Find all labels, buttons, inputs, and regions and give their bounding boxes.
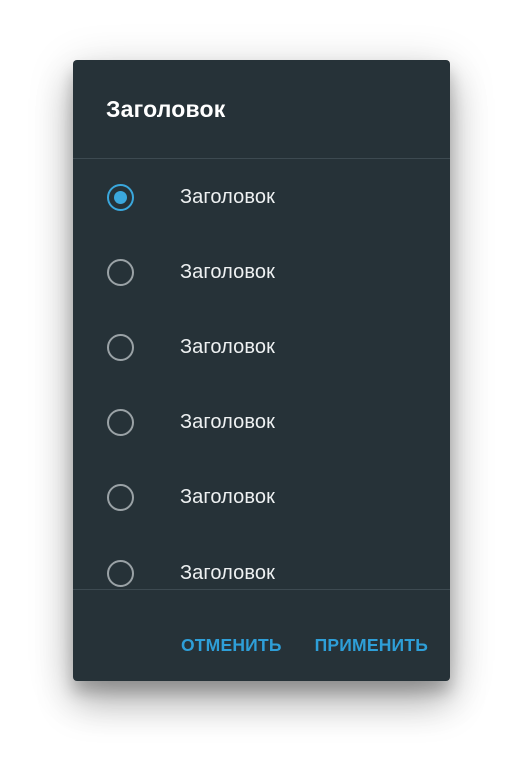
option-label: Заголовок <box>180 261 275 283</box>
footer-divider <box>73 589 450 590</box>
radio-button-icon[interactable] <box>107 184 134 211</box>
radio-button-icon[interactable] <box>107 560 134 587</box>
option-label: Заголовок <box>180 411 275 433</box>
option-label: Заголовок <box>180 562 275 584</box>
option-label: Заголовок <box>180 336 275 358</box>
radio-option-5[interactable]: Заголовок <box>73 459 450 534</box>
radio-option-1[interactable]: Заголовок <box>73 159 450 234</box>
dialog-actions: ОТМЕНИТЬ ПРИМЕНИТЬ <box>181 633 428 657</box>
radio-button-icon[interactable] <box>107 259 134 286</box>
cancel-button[interactable]: ОТМЕНИТЬ <box>181 633 282 657</box>
radio-option-2[interactable]: Заголовок <box>73 234 450 309</box>
option-label: Заголовок <box>180 486 275 508</box>
radio-button-icon[interactable] <box>107 334 134 361</box>
apply-button[interactable]: ПРИМЕНИТЬ <box>315 633 428 657</box>
radio-option-6[interactable]: Заголовок <box>73 535 450 589</box>
radio-button-icon[interactable] <box>107 409 134 436</box>
options-list[interactable]: Заголовок Заголовок Заголовок Заголовок … <box>73 159 450 589</box>
radio-selection-dialog: Заголовок Заголовок Заголовок Заголовок … <box>73 60 450 681</box>
option-label: Заголовок <box>180 186 275 208</box>
dialog-title: Заголовок <box>106 96 226 122</box>
radio-option-3[interactable]: Заголовок <box>73 309 450 384</box>
radio-button-icon[interactable] <box>107 484 134 511</box>
radio-option-4[interactable]: Заголовок <box>73 384 450 459</box>
